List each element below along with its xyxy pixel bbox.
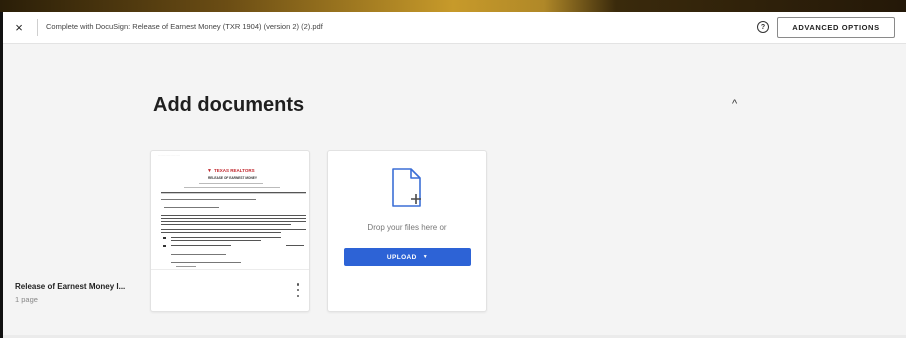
document-page-count: 1 page — [15, 295, 38, 304]
document-card[interactable]: ........................................… — [150, 150, 310, 312]
upload-button[interactable]: UPLOAD ▼ — [344, 248, 471, 266]
more-vertical-icon[interactable] — [294, 283, 302, 297]
upload-card[interactable]: Drop your files here or UPLOAD ▼ — [327, 150, 487, 312]
advanced-options-button[interactable]: ADVANCED OPTIONS — [777, 17, 895, 38]
collapse-icon[interactable]: ^ — [732, 98, 737, 110]
svg-text:▼: ▼ — [207, 168, 212, 174]
close-icon[interactable]: × — [11, 19, 27, 35]
card-divider — [151, 269, 309, 270]
help-icon[interactable]: ? — [757, 21, 769, 33]
section-title: Add documents — [153, 94, 305, 116]
drop-files-text: Drop your files here or — [367, 223, 447, 232]
file-add-icon — [390, 167, 424, 214]
document-thumbnail-image: ........................................… — [158, 155, 306, 267]
upload-button-label: UPLOAD — [386, 253, 417, 261]
chevron-down-icon: ▼ — [422, 254, 429, 260]
thumb-form-title: RELEASE OF EARNEST MONEY — [208, 176, 258, 180]
document-title: Complete with DocuSign: Release of Earne… — [46, 22, 323, 31]
svg-text:..............................: ........................................ — [158, 155, 181, 157]
add-documents-app: × Complete with DocuSign: Release of Ear… — [3, 12, 906, 338]
window-top-strip — [0, 0, 906, 12]
top-header: × Complete with DocuSign: Release of Ear… — [3, 12, 906, 44]
document-thumbnail: ........................................… — [156, 153, 306, 268]
document-name: Release of Earnest Money I... — [15, 282, 126, 291]
header-divider — [37, 19, 38, 36]
thumb-logo-text: TEXAS REALTORS — [214, 168, 255, 173]
